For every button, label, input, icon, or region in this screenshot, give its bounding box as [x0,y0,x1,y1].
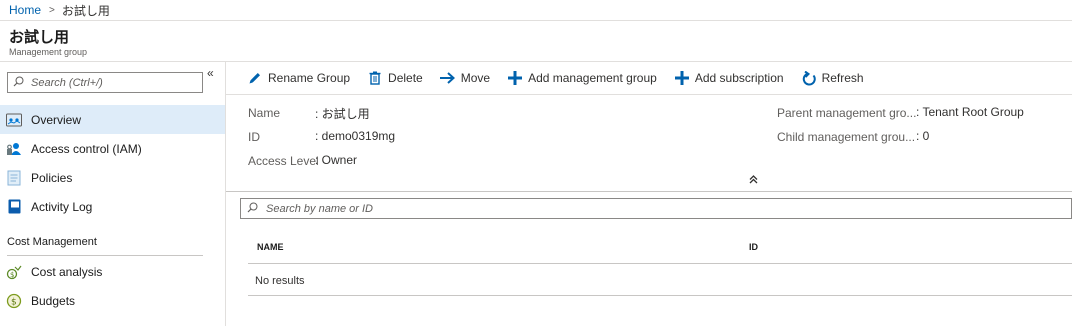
activity-log-icon [6,199,22,215]
delete-button[interactable]: Delete [367,68,423,88]
add-subscription-button[interactable]: Add subscription [674,68,784,88]
column-header-id[interactable]: ID [749,242,758,252]
refresh-icon [801,70,817,86]
sidebar-item-label: Budgets [31,293,76,308]
move-label: Move [460,71,491,85]
parent-management-group-label: Parent management gro... [777,106,917,120]
sidebar-item-overview[interactable]: Overview [0,105,225,134]
breadcrumb: Home > お試し用 [0,0,1072,21]
budgets-icon: $ [6,293,22,309]
add-management-group-button[interactable]: Add management group [507,68,657,88]
chevron-right-icon: > [49,4,55,16]
collapse-sidebar-button[interactable]: « [207,66,214,80]
sidebar-item-budgets[interactable]: $ Budgets [0,286,225,315]
sidebar: Search (Ctrl+/) « Overview Access contro… [0,62,226,326]
sidebar-item-label: Activity Log [31,199,93,214]
collapse-essentials-button[interactable] [749,175,758,187]
essentials-panel: Name : お試し用 ID : demo0319mg Access Level… [226,94,1072,192]
sidebar-search-placeholder: Search (Ctrl+/) [31,76,103,89]
page-header: お試し用 Management group [0,21,1072,62]
sidebar-item-label: Access control (IAM) [31,141,142,156]
sidebar-item-access-control[interactable]: Access control (IAM) [0,134,225,163]
plus-icon [674,70,690,86]
sidebar-item-policies[interactable]: Policies [0,163,225,192]
refresh-button[interactable]: Refresh [801,68,864,88]
column-header-name[interactable]: NAME [257,242,284,252]
chevron-up-double-icon [749,175,758,184]
sidebar-item-activity-log[interactable]: Activity Log [0,192,225,221]
sidebar-item-label: Policies [31,170,73,185]
name-value: : お試し用 [315,107,370,121]
sidebar-item-cost-analysis[interactable]: $ Cost analysis [0,257,225,286]
filter-search-placeholder: Search by name or ID [266,202,373,215]
sidebar-section-cost-management: Cost Management [7,236,97,248]
access-level-value: : Owner [315,153,358,167]
search-icon [247,202,258,216]
page-title: お試し用 [9,29,70,46]
empty-results-text: No results [255,275,305,287]
plus-icon [507,70,523,86]
arrow-right-icon [440,70,456,86]
sidebar-item-label: Overview [31,112,82,127]
rename-group-label: Rename Group [268,71,351,85]
trash-icon [367,70,383,86]
overview-icon [6,112,22,128]
child-management-groups-value: : 0 [916,129,930,143]
svg-text:$: $ [11,297,17,307]
add-management-group-label: Add management group [528,71,657,85]
iam-icon [6,141,22,157]
pencil-icon [247,70,263,86]
breadcrumb-current: お試し用 [61,3,110,18]
parent-management-group-value[interactable]: : Tenant Root Group [916,105,1024,119]
move-button[interactable]: Move [440,68,490,88]
grid-header: NAME ID [248,232,1072,264]
command-bar: Rename Group Delete Move Add management … [226,62,1072,94]
child-management-groups-label: Child management grou... [777,130,916,144]
sidebar-search-input[interactable]: Search (Ctrl+/) [7,72,203,93]
rename-group-button[interactable]: Rename Group [247,68,350,88]
sidebar-item-label: Cost analysis [31,264,103,279]
name-label: Name [248,106,281,120]
page-subtitle: Management group [9,47,88,57]
cost-analysis-icon: $ [6,264,22,280]
table-row: No results [248,264,1072,296]
add-subscription-label: Add subscription [694,71,784,85]
svg-text:$: $ [10,271,14,279]
id-value: : demo0319mg [315,129,396,143]
policies-icon [6,170,22,186]
delete-label: Delete [388,71,423,85]
access-level-label: Access Level [248,154,319,168]
breadcrumb-home-link[interactable]: Home [9,3,41,17]
filter-search-input[interactable]: Search by name or ID [240,198,1072,219]
id-label: ID [248,130,260,144]
search-icon [13,76,24,90]
refresh-label: Refresh [821,71,864,85]
sidebar-divider [7,255,203,256]
